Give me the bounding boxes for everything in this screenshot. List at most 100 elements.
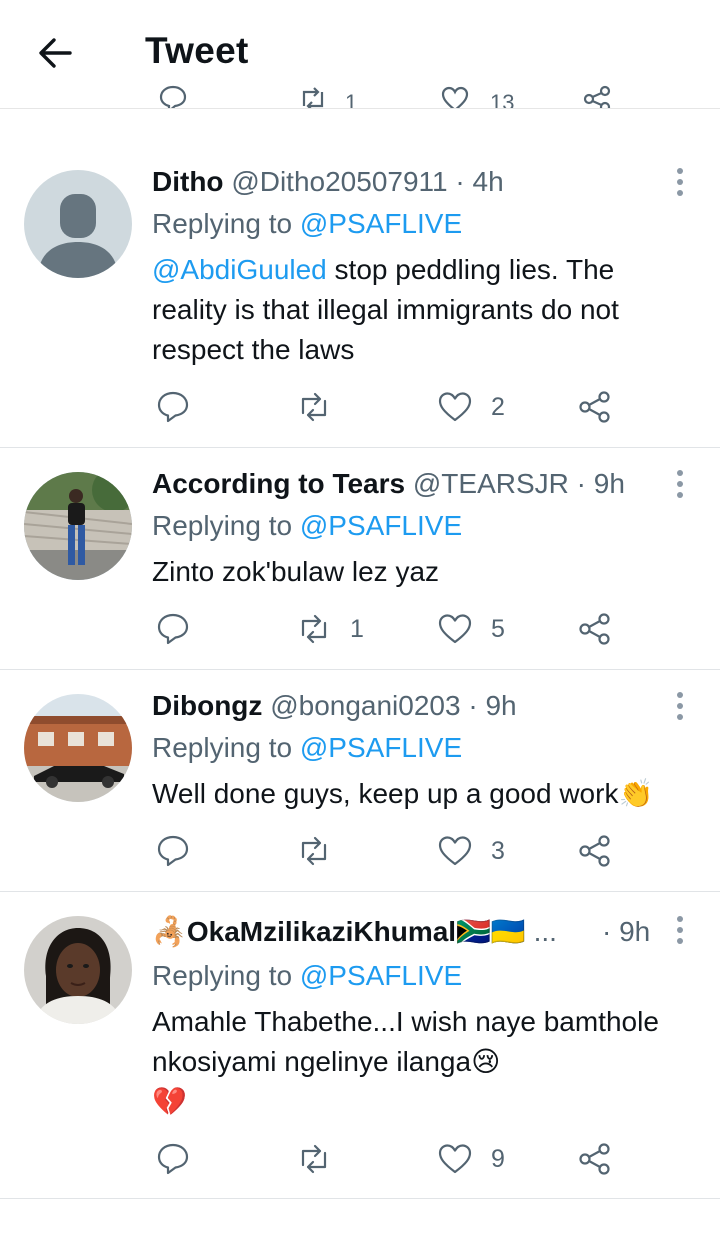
avatar[interactable] (24, 694, 132, 802)
tweet-time[interactable]: 4h (473, 166, 504, 197)
tweet-text: Amahle Thabethe...I wish naye bamthole n… (152, 1002, 692, 1122)
avatar[interactable] (24, 472, 132, 580)
user-handle[interactable]: @bongani0203 (270, 690, 460, 721)
replying-to: Replying to @PSAFLIVE (152, 506, 462, 546)
retweet-icon (301, 614, 327, 644)
tweet-actions: 9 (0, 1139, 720, 1179)
body-mention[interactable]: @AbdiGuuled (152, 254, 327, 285)
share-icon (579, 1143, 610, 1175)
tweet-time[interactable]: 9h (619, 916, 650, 947)
avatar[interactable] (24, 170, 132, 278)
reply-tweet[interactable]: Ditho @Ditho20507911 · 4h Replying to @P… (0, 146, 720, 448)
replying-to-mention[interactable]: @PSAFLIVE (300, 732, 462, 763)
retweet-button[interactable] (296, 831, 350, 871)
reply-button[interactable] (155, 831, 209, 871)
heart-icon (438, 614, 472, 644)
back-button[interactable] (30, 30, 82, 76)
separator: · (455, 166, 465, 197)
tweet-body: Amahle Thabethe...I wish naye bamthole n… (152, 1006, 659, 1077)
user-handle[interactable]: @Ditho20507911 (231, 166, 447, 197)
default-avatar-icon (24, 170, 132, 278)
reply-button[interactable] (155, 609, 209, 649)
profile-photo-icon (24, 694, 132, 802)
retweet-button[interactable] (296, 1139, 350, 1179)
retweet-icon (301, 836, 327, 866)
tweet-header: According to Tears @TEARSJR · 9h (152, 464, 625, 504)
more-options-button[interactable] (666, 910, 694, 950)
more-options-button[interactable] (666, 464, 694, 504)
like-button[interactable]: 9 (437, 1139, 505, 1179)
share-icon (579, 391, 610, 423)
previous-tweet-actions: 1 13 (0, 84, 720, 109)
replying-to-label: Replying to (152, 208, 293, 239)
separator: · (468, 690, 478, 721)
display-name[interactable]: According to Tears (152, 468, 405, 499)
share-button[interactable] (577, 831, 613, 871)
tweet-header: Dibongz @bongani0203 · 9h (152, 686, 517, 726)
tweet-time[interactable]: 9h (594, 468, 625, 499)
tweet-time[interactable]: 9h (485, 690, 516, 721)
replying-to-mention[interactable]: @PSAFLIVE (300, 510, 462, 541)
reply-icon[interactable] (158, 84, 188, 108)
like-count: 9 (491, 1144, 505, 1173)
retweet-icon (301, 1144, 327, 1174)
retweet-count: 1 (350, 614, 364, 643)
replying-to-mention[interactable]: @PSAFLIVE (300, 960, 462, 991)
reply-tweet[interactable]: Dibongz @bongani0203 · 9h Replying to @P… (0, 670, 720, 892)
display-name[interactable]: Ditho (152, 166, 224, 197)
replying-to-label: Replying to (152, 510, 293, 541)
retweet-button[interactable]: 1 (296, 609, 364, 649)
flag-emojis: 🇿🇦🇺🇦 (456, 915, 526, 948)
like-button[interactable]: 2 (437, 387, 505, 427)
like-count: 3 (491, 836, 505, 865)
more-options-button[interactable] (666, 162, 694, 202)
share-icon (579, 835, 610, 867)
reply-button[interactable] (155, 387, 209, 427)
reply-icon (157, 835, 189, 867)
share-button[interactable] (577, 609, 613, 649)
tweet-actions: 3 (0, 831, 720, 871)
like-count: 5 (491, 614, 505, 643)
page-title: Tweet (145, 30, 249, 71)
tweet-body: Well done guys, keep up a good work (152, 778, 619, 809)
tweet-header: 🦂OkaMzilikaziKhumal🇿🇦🇺🇦 ... (152, 912, 557, 952)
more-vertical-icon (677, 168, 683, 196)
replying-to: Replying to @PSAFLIVE (152, 204, 462, 244)
replying-to-mention[interactable]: @PSAFLIVE (300, 208, 462, 239)
previous-tweet-like-count: 13 (490, 90, 515, 109)
heart-icon (438, 836, 472, 866)
more-vertical-icon (677, 916, 683, 944)
arrow-left-icon (39, 38, 72, 68)
separator: · (602, 916, 612, 947)
retweet-button[interactable] (296, 387, 350, 427)
heart-icon (438, 392, 472, 422)
broken-heart-emoji: 💔 (152, 1085, 187, 1118)
replying-to: Replying to @PSAFLIVE (152, 956, 462, 996)
like-button[interactable]: 3 (437, 831, 505, 871)
tweet-text: Well done guys, keep up a good work👏 (152, 774, 692, 814)
retweet-icon[interactable] (298, 84, 328, 108)
share-icon[interactable] (582, 84, 612, 108)
tweet-time-group: · 9h (602, 912, 650, 952)
display-name[interactable]: Dibongz (152, 690, 262, 721)
heart-icon[interactable] (440, 84, 470, 108)
reply-icon (157, 391, 189, 423)
user-handle[interactable]: @TEARSJR (413, 468, 569, 499)
display-name[interactable]: OkaMzilikaziKhumal (187, 916, 456, 947)
scorpion-emoji: 🦂 (152, 915, 187, 948)
more-options-button[interactable] (666, 686, 694, 726)
tweet-actions: 2 (0, 387, 720, 427)
reply-tweet[interactable]: 🦂OkaMzilikaziKhumal🇿🇦🇺🇦 ... · 9h Replyin… (0, 892, 720, 1199)
reply-tweet[interactable]: According to Tears @TEARSJR · 9h Replyin… (0, 448, 720, 670)
reply-button[interactable] (155, 1139, 209, 1179)
reply-icon (157, 1143, 189, 1175)
share-button[interactable] (577, 387, 613, 427)
like-button[interactable]: 5 (437, 609, 505, 649)
clapping-hands-emoji: 👏 (618, 777, 654, 810)
replying-to: Replying to @PSAFLIVE (152, 728, 462, 768)
avatar[interactable] (24, 916, 132, 1024)
share-button[interactable] (577, 1139, 613, 1179)
retweet-icon (301, 392, 327, 422)
more-vertical-icon (677, 470, 683, 498)
reply-icon (157, 613, 189, 645)
